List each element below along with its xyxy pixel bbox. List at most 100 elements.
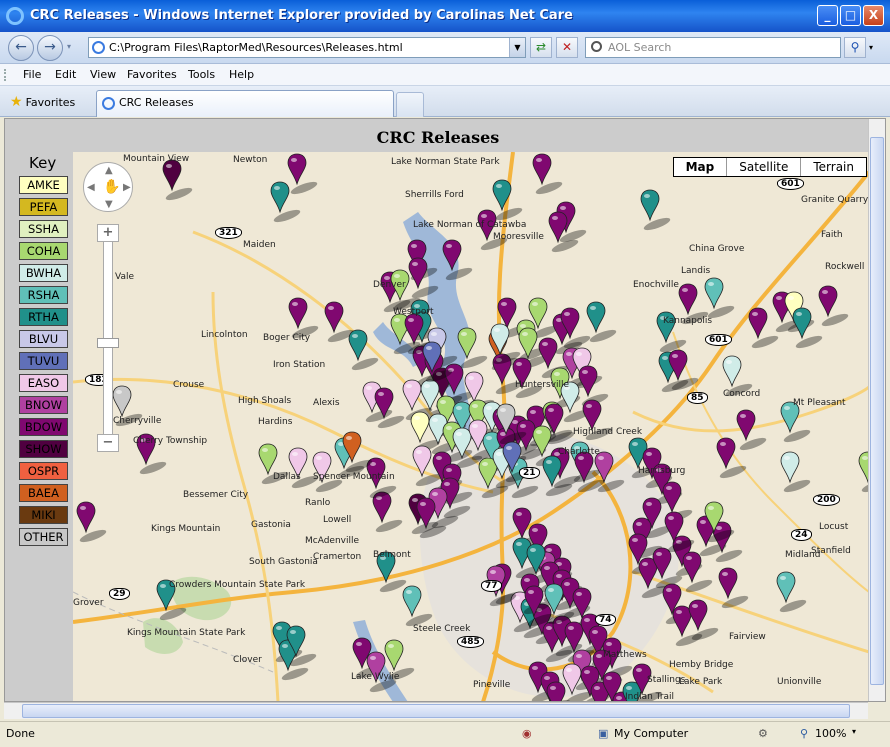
- map-marker[interactable]: [374, 387, 406, 431]
- map-label: Concord: [723, 389, 761, 399]
- map-marker[interactable]: [780, 451, 812, 495]
- map-type-satellite[interactable]: Satellite: [726, 158, 800, 176]
- address-dropdown-icon[interactable]: ▼: [509, 38, 525, 57]
- maximize-button[interactable]: □: [840, 5, 861, 26]
- map-label: Maiden: [243, 240, 276, 250]
- vertical-scrollbar[interactable]: [868, 119, 885, 701]
- route-shield: 21: [519, 467, 540, 479]
- menu-view[interactable]: View: [90, 68, 116, 81]
- menu-edit[interactable]: Edit: [55, 68, 76, 81]
- pan-down-icon[interactable]: ▼: [105, 199, 113, 210]
- map-marker[interactable]: [736, 409, 768, 453]
- map-label: Alexis: [313, 398, 340, 408]
- address-input[interactable]: C:\Program Files\RaptorMed\Resources\Rel…: [88, 37, 526, 58]
- map-label: Matthews: [603, 650, 647, 660]
- search-input[interactable]: AOL Search: [585, 37, 841, 58]
- zoom-level[interactable]: 100%: [815, 727, 846, 740]
- menu-file[interactable]: File: [23, 68, 41, 81]
- key-item-ospr: OSPR: [19, 462, 68, 480]
- key-item-bwha: BWHA: [19, 264, 68, 282]
- tab-crc-releases[interactable]: CRC Releases: [96, 90, 394, 117]
- map-label: Rockwell: [825, 262, 865, 272]
- favorites-button[interactable]: ★ Favorites: [10, 94, 75, 110]
- horizontal-scrollbar[interactable]: [4, 702, 868, 719]
- map-marker[interactable]: [718, 567, 750, 611]
- menu-favorites[interactable]: Favorites: [127, 68, 177, 81]
- map-label: Newton: [233, 155, 268, 165]
- map-label: Indian Trail: [625, 692, 675, 702]
- map-label: Denver: [373, 280, 406, 290]
- key-item-bdow: BDOW: [19, 418, 68, 436]
- zoom-slider-handle[interactable]: [97, 338, 119, 348]
- map-label: Gastonia: [251, 520, 291, 530]
- map-marker[interactable]: [748, 307, 780, 351]
- map-marker[interactable]: [712, 521, 744, 565]
- map-type-terrain[interactable]: Terrain: [800, 158, 866, 176]
- map-label: Steele Creek: [413, 624, 471, 634]
- vertical-scroll-thumb[interactable]: [870, 137, 884, 685]
- map-type-map[interactable]: Map: [674, 158, 727, 176]
- map-label: Charlotte: [558, 447, 600, 457]
- menu-grip: [4, 69, 6, 81]
- map-marker[interactable]: [372, 491, 404, 535]
- back-arrow-icon: ←: [15, 39, 27, 55]
- close-button[interactable]: X: [863, 5, 884, 26]
- search-options-icon[interactable]: ▾: [869, 43, 873, 52]
- map-label: Spencer Mountain: [313, 472, 395, 482]
- map-label: Faith: [821, 230, 843, 240]
- pan-right-icon[interactable]: ▶: [123, 182, 131, 193]
- zoom-in-button[interactable]: +: [97, 224, 119, 242]
- search-button[interactable]: ⚲: [844, 37, 866, 58]
- map-marker[interactable]: [532, 153, 564, 197]
- tab-page-icon: [102, 97, 115, 110]
- route-shield: 200: [813, 494, 840, 506]
- map-marker[interactable]: [776, 571, 808, 615]
- map-marker[interactable]: [640, 189, 672, 233]
- refresh-button[interactable]: ⇄: [530, 37, 552, 58]
- pan-up-icon[interactable]: ▲: [105, 165, 113, 176]
- map-marker[interactable]: [287, 153, 319, 197]
- minimize-button[interactable]: _: [817, 5, 838, 26]
- route-shield: 77: [481, 580, 502, 592]
- back-button[interactable]: ←: [8, 35, 34, 61]
- map-marker[interactable]: [76, 501, 108, 545]
- map-marker[interactable]: [162, 159, 194, 203]
- search-placeholder: AOL Search: [608, 41, 672, 54]
- key-item-tuvu: TUVU: [19, 352, 68, 370]
- map-marker[interactable]: [818, 285, 850, 329]
- map-label: High Shoals: [238, 396, 292, 406]
- map-marker[interactable]: [586, 301, 618, 345]
- history-dropdown-icon[interactable]: ▾: [67, 42, 71, 51]
- map-label: Granite Quarry: [801, 195, 869, 205]
- window-title: CRC Releases - Windows Internet Explorer…: [30, 8, 573, 23]
- pan-left-icon[interactable]: ◀: [87, 182, 95, 193]
- map-marker[interactable]: [688, 599, 720, 643]
- protected-mode-icon[interactable]: ⚙: [758, 727, 768, 740]
- menu-help[interactable]: Help: [229, 68, 254, 81]
- favorites-label: Favorites: [25, 96, 76, 109]
- zoom-dropdown-icon[interactable]: ▾: [852, 727, 856, 736]
- map-label: Sherrills Ford: [405, 190, 464, 200]
- map-label: Mooresville: [493, 232, 544, 242]
- new-tab-button[interactable]: [396, 92, 424, 117]
- stop-button[interactable]: ✕: [556, 37, 578, 58]
- forward-arrow-icon: →: [44, 39, 56, 55]
- pan-control[interactable]: ▲ ▼ ◀ ▶ ✋: [83, 162, 133, 212]
- privacy-icon[interactable]: ◉: [522, 727, 532, 740]
- status-bar: Done ◉ ▣ My Computer ⚙ ⚲ 100% ▾: [0, 721, 890, 747]
- computer-icon: ▣: [598, 727, 609, 740]
- map-marker[interactable]: [780, 401, 812, 445]
- horizontal-scroll-thumb[interactable]: [22, 704, 850, 718]
- map-base: [73, 152, 869, 701]
- forward-button[interactable]: →: [37, 35, 63, 61]
- map-type-control: Map Satellite Terrain: [672, 157, 867, 177]
- zoom-icon: ⚲: [800, 727, 809, 740]
- route-shield: 85: [687, 392, 708, 404]
- route-shield: 601: [705, 334, 732, 346]
- map-marker[interactable]: [704, 277, 736, 321]
- map-marker[interactable]: [716, 437, 748, 481]
- menu-tools[interactable]: Tools: [188, 68, 215, 81]
- zoom-out-button[interactable]: −: [97, 434, 119, 452]
- map-area[interactable]: Mountain View Newton Lake Norman State Par…: [73, 152, 869, 702]
- map-label: Midland: [785, 550, 821, 560]
